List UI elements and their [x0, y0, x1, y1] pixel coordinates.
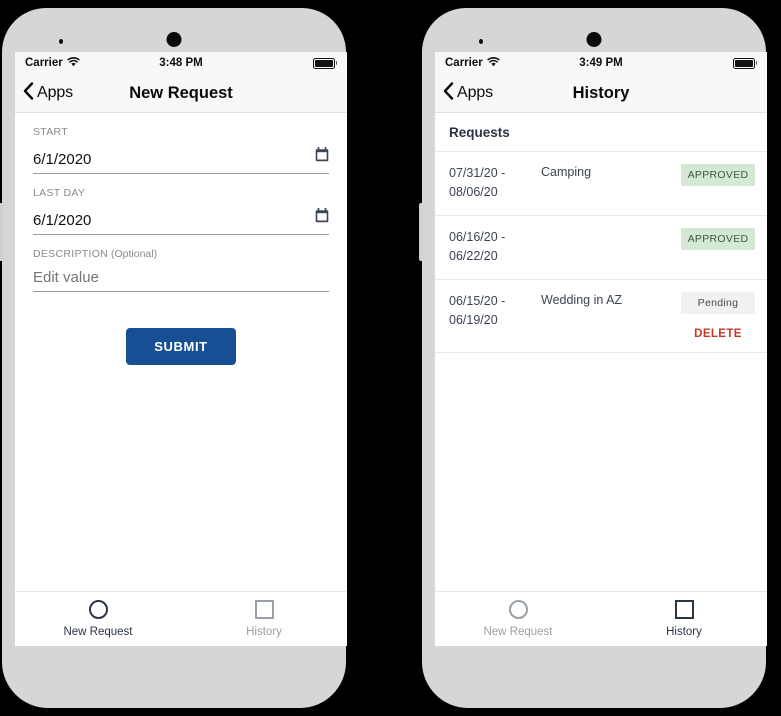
navigation-bar: Apps History: [435, 74, 767, 113]
tab-new-request[interactable]: New Request: [15, 600, 181, 638]
tab-bar: New Request History: [435, 592, 767, 646]
volume-button[interactable]: [419, 203, 423, 261]
field-description-input-row[interactable]: [33, 269, 329, 292]
circle-icon: [508, 600, 528, 619]
tab-history-label: History: [666, 626, 702, 638]
phone-screen-history: Carrier 3:49 PM Apps History Requests 07…: [435, 52, 767, 646]
back-button-label: Apps: [37, 84, 74, 101]
field-start: START: [33, 126, 329, 174]
phone-device-left: Carrier 3:48 PM Apps New Request START 6…: [0, 8, 347, 708]
tab-new-request-label: New Request: [483, 626, 553, 638]
status-bar-time: 3:49 PM: [579, 57, 623, 69]
field-description-optional-suffix: (Optional): [108, 248, 158, 260]
phone-device-right: Carrier 3:49 PM Apps History Requests 07…: [419, 8, 767, 708]
request-dates: 06/15/20 - 06/19/20: [449, 293, 506, 327]
request-dates: 07/31/20 - 08/06/20: [449, 166, 506, 200]
last-day-date-input[interactable]: [33, 212, 315, 229]
chevron-left-icon: [23, 81, 34, 105]
list-header-requests: Requests: [435, 113, 767, 152]
start-date-input[interactable]: [33, 151, 315, 168]
request-title: Camping: [541, 165, 592, 179]
request-title: Wedding in AZ: [541, 292, 623, 307]
submit-row: SUBMIT: [33, 328, 329, 365]
field-start-input-row[interactable]: [33, 147, 329, 174]
calendar-icon[interactable]: [315, 208, 329, 228]
status-bar-time: 3:48 PM: [159, 57, 203, 69]
back-button-label: Apps: [457, 84, 494, 101]
proximity-sensor-icon: [59, 39, 63, 44]
square-icon: [254, 600, 274, 619]
volume-button[interactable]: [0, 203, 3, 261]
square-icon: [674, 600, 694, 619]
navigation-bar: Apps New Request: [15, 74, 347, 113]
chevron-left-icon: [443, 81, 454, 105]
field-description: DESCRIPTION (Optional): [33, 248, 329, 292]
request-status-cell: APPROVED: [681, 164, 755, 186]
status-badge: Pending: [681, 291, 755, 314]
proximity-sensor-icon: [479, 39, 483, 44]
front-camera-icon: [166, 32, 182, 47]
tab-new-request-label: New Request: [63, 626, 133, 638]
request-status-cell: Pending DELETE: [681, 291, 755, 340]
field-last-day-label: LAST DAY: [33, 187, 86, 199]
table-row[interactable]: 07/31/20 - 08/06/20 Camping APPROVED: [435, 152, 767, 216]
new-request-form: START LAST D: [15, 113, 347, 592]
field-description-label: DESCRIPTION (Optional): [33, 248, 158, 260]
field-start-label: START: [33, 126, 68, 138]
calendar-icon[interactable]: [315, 147, 329, 167]
submit-button[interactable]: SUBMIT: [126, 328, 236, 365]
circle-icon: [88, 600, 108, 619]
field-last-day: LAST DAY: [33, 187, 329, 235]
history-list: Requests 07/31/20 - 08/06/20 Camping APP…: [435, 113, 767, 592]
tab-bar: New Request History: [15, 592, 347, 646]
phone-screen-new-request: Carrier 3:48 PM Apps New Request START 6…: [15, 52, 347, 646]
status-bar: Carrier 3:49 PM: [435, 52, 767, 74]
field-last-day-input-row[interactable]: [33, 208, 329, 235]
table-row[interactable]: 06/15/20 - 06/19/20 Wedding in AZ Pendin…: [435, 280, 767, 353]
battery-full-icon: [312, 57, 337, 69]
back-button[interactable]: Apps: [15, 81, 74, 105]
request-dates: 06/16/20 - 06/22/20: [449, 229, 506, 264]
status-bar: Carrier 3:48 PM: [15, 52, 347, 74]
back-button[interactable]: Apps: [435, 81, 494, 105]
delete-button[interactable]: DELETE: [681, 328, 755, 340]
request-status-cell: APPROVED: [681, 227, 755, 250]
tab-history[interactable]: History: [601, 600, 767, 638]
tab-history[interactable]: History: [181, 600, 347, 638]
description-input[interactable]: [33, 269, 329, 286]
tab-new-request[interactable]: New Request: [435, 600, 601, 638]
request-title: [541, 228, 681, 229]
status-badge: APPROVED: [681, 164, 755, 186]
front-camera-icon: [586, 32, 602, 47]
battery-full-icon: [732, 57, 757, 69]
status-badge: APPROVED: [681, 227, 755, 250]
tab-history-label: History: [246, 626, 282, 638]
table-row[interactable]: 06/16/20 - 06/22/20 APPROVED: [435, 216, 767, 280]
